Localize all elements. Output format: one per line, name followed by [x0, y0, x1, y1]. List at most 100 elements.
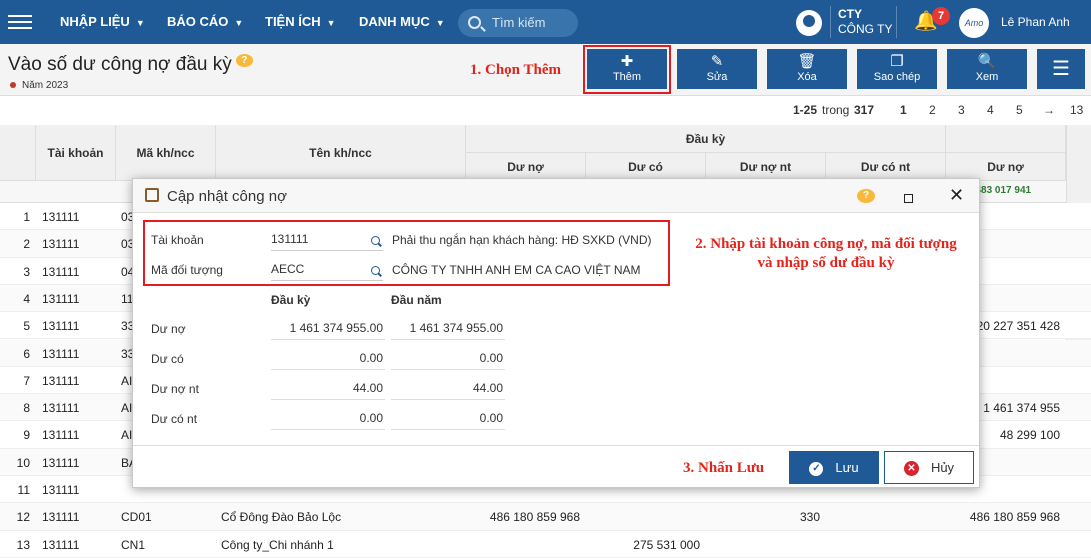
- cell-credit: 275 531 000: [633, 537, 700, 552]
- delete-button[interactable]: 🗑 Xóa: [767, 49, 847, 89]
- nav-label: NHẬP LIỆU: [60, 14, 130, 29]
- search-icon: [468, 16, 481, 29]
- account-field[interactable]: 131111: [271, 227, 383, 251]
- support-agent-icon[interactable]: [796, 10, 822, 36]
- pencil-icon: ✎: [710, 53, 724, 70]
- page-4[interactable]: 4: [987, 103, 994, 117]
- nav-menu-tien-ich[interactable]: TIỆN ÍCH ▼: [265, 0, 336, 44]
- row-number-header: [0, 125, 36, 181]
- save-button[interactable]: ✓ Lưu: [789, 451, 879, 484]
- account-column-header[interactable]: Tài khoản: [36, 125, 116, 181]
- balance-line-label: Dư có nt: [151, 412, 198, 426]
- top-navigation-bar: NHẬP LIỆU ▼ BÁO CÁO ▼ TIỆN ÍCH ▼ DANH MỤC ▼ …: [0, 0, 1091, 44]
- debit2-column-header[interactable]: Dư nợ: [946, 153, 1066, 181]
- caret-down-icon: ▼: [435, 18, 445, 28]
- year-amount-field[interactable]: 1 461 374 955.00: [391, 316, 505, 340]
- period-amount-field[interactable]: 0.00: [271, 406, 385, 430]
- cell-debit-nt: 330: [799, 510, 820, 525]
- last-page[interactable]: 13: [1070, 103, 1083, 117]
- help-icon[interactable]: ?: [857, 189, 875, 203]
- page-5[interactable]: 5: [1016, 103, 1023, 117]
- form-icon: [145, 188, 159, 202]
- cell-account: 131111: [42, 291, 80, 306]
- edit-button[interactable]: ✎ Sửa: [677, 49, 757, 89]
- opening-group-header: Đầu kỳ: [466, 125, 946, 153]
- dialog-footer: ✓ Lưu ✕ Hủy: [133, 445, 979, 487]
- cell-account: 131111: [42, 373, 80, 388]
- period-amount-field[interactable]: 44.00: [271, 376, 385, 400]
- nav-label: TIỆN ÍCH: [265, 14, 321, 29]
- cell-debit2: 486 180 859 968: [969, 510, 1060, 525]
- cell-account: 131111: [42, 210, 80, 224]
- year-amount-field[interactable]: 0.00: [391, 406, 505, 430]
- lookup-search-icon[interactable]: [371, 266, 380, 275]
- code-column-header[interactable]: Mã kh/ncc: [116, 125, 216, 181]
- dialog-header: Cập nhật công nợ ? ✕: [133, 179, 979, 213]
- cell-account: 131111: [42, 483, 80, 497]
- debit-column-header[interactable]: Dư nợ: [466, 153, 586, 181]
- page-title: Vào số dư công nợ đầu kỳ?: [8, 54, 253, 76]
- help-icon[interactable]: ?: [235, 54, 253, 67]
- copy-icon: ❐: [890, 53, 904, 70]
- edit-label: Sửa: [706, 71, 728, 83]
- close-icon[interactable]: ✕: [949, 185, 964, 206]
- year-amount-field[interactable]: 44.00: [391, 376, 505, 400]
- lookup-search-icon[interactable]: [371, 236, 380, 245]
- credit-nt-column-header[interactable]: Dư có nt: [826, 153, 946, 181]
- cell-debit: 486 180 859 968: [489, 510, 580, 525]
- caret-down-icon: ▼: [135, 18, 145, 28]
- trash-icon: 🗑: [797, 53, 817, 70]
- delete-label: Xóa: [797, 71, 817, 83]
- copy-button[interactable]: ❐ Sao chép: [857, 49, 937, 89]
- balance-line-label: Dư nợ: [151, 322, 186, 336]
- view-button[interactable]: 🔍 Xem: [947, 49, 1027, 89]
- cancel-button[interactable]: ✕ Hủy: [884, 451, 974, 484]
- table-row[interactable]: 13 131111 CN1 Công ty_Chi nhánh 1 275 531 00…: [0, 530, 1091, 558]
- credit-column-header[interactable]: Dư có: [586, 153, 706, 181]
- nav-menu-bao-cao[interactable]: BÁO CÁO ▼: [167, 0, 243, 44]
- row-number: 7: [23, 373, 30, 388]
- divider: [896, 6, 897, 38]
- fiscal-year: Năm 2023: [10, 80, 68, 91]
- annotation-step3: 3. Nhấn Lưu: [683, 460, 765, 476]
- company-selector[interactable]: CTY CÔNG TY: [838, 7, 892, 37]
- more-menu-button[interactable]: ☰: [1037, 49, 1085, 89]
- view-label: Xem: [975, 71, 999, 83]
- nav-menu-nhap-lieu[interactable]: NHẬP LIỆU ▼: [60, 0, 145, 44]
- user-name[interactable]: Lê Phan Anh: [1001, 15, 1070, 29]
- page-1[interactable]: 1: [900, 103, 907, 117]
- hamburger-menu-icon[interactable]: [8, 12, 32, 32]
- nav-menu-danh-muc[interactable]: DANH MỤC ▼: [359, 0, 445, 44]
- view-icon: 🔍: [977, 53, 997, 70]
- account-label: Tài khoản: [151, 233, 204, 247]
- row-number: 3: [23, 264, 30, 279]
- object-code-field[interactable]: AECC: [271, 257, 383, 281]
- period-amount-field[interactable]: 0.00: [271, 346, 385, 370]
- page-3[interactable]: 3: [958, 103, 965, 117]
- avatar[interactable]: Amo: [959, 8, 989, 38]
- debit-nt-column-header[interactable]: Dư nợ nt: [706, 153, 826, 181]
- search-input[interactable]: Tìm kiếm: [458, 9, 578, 37]
- nav-label: BÁO CÁO: [167, 14, 229, 29]
- cell-account: 131111: [42, 264, 80, 279]
- next-page-arrow-icon[interactable]: →: [1043, 103, 1055, 117]
- bell-icon[interactable]: 🔔: [914, 12, 938, 32]
- cell-account: 131111: [42, 510, 80, 525]
- status-dot-icon: [10, 82, 16, 89]
- cell-account: 131111: [42, 455, 80, 470]
- caret-down-icon: ▼: [326, 18, 336, 28]
- name-column-header[interactable]: Tên kh/ncc: [216, 125, 466, 181]
- maximize-icon[interactable]: [904, 194, 913, 203]
- row-number: 1: [23, 210, 30, 224]
- check-icon: ✓: [809, 461, 824, 476]
- company-code: CTY: [838, 7, 862, 21]
- cell-name: Công ty_Chi nhánh 1: [221, 537, 334, 552]
- page-2[interactable]: 2: [929, 103, 936, 117]
- list-menu-icon: ☰: [1052, 58, 1070, 80]
- year-amount-field[interactable]: 0.00: [391, 346, 505, 370]
- plus-icon: ✚: [620, 53, 634, 70]
- add-button[interactable]: ✚ Thêm: [587, 49, 667, 89]
- table-row[interactable]: 12 131111 CD01 Cổ Đông Đào Bảo Lộc 486 180 8…: [0, 503, 1091, 531]
- period-amount-field[interactable]: 1 461 374 955.00: [271, 316, 385, 340]
- add-label: Thêm: [612, 71, 642, 83]
